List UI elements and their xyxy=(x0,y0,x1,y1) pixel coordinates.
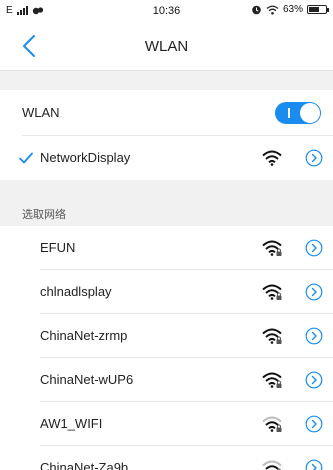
network-name: ChinaNet-wUP6 xyxy=(40,372,134,387)
network-row[interactable]: ChinaNet-Za9b xyxy=(0,446,333,470)
wifi-locked-icon xyxy=(262,328,282,344)
page-title: WLAN xyxy=(144,38,189,55)
wifi-locked-icon xyxy=(262,372,282,388)
wifi-locked-icon xyxy=(262,460,282,470)
wifi-signal-icon xyxy=(262,150,282,166)
network-name: EFUN xyxy=(40,240,76,255)
network-row[interactable]: chlnadlsplay xyxy=(0,270,333,314)
nav-bar: WLAN xyxy=(0,22,333,70)
connected-network-row[interactable]: NetworkDisplay xyxy=(0,136,333,180)
network-row[interactable]: ChinaNet-wUP6 xyxy=(0,358,333,402)
wlan-label: WLAN xyxy=(22,105,60,120)
info-arrow-icon[interactable] xyxy=(305,415,323,433)
alarm-icon xyxy=(252,5,261,15)
network-row[interactable]: ChinaNet-zrmp xyxy=(0,314,333,358)
section-title: 选取网络 xyxy=(22,209,66,221)
connected-network-name: NetworkDisplay xyxy=(40,150,131,165)
info-arrow-icon[interactable] xyxy=(305,149,323,167)
wlan-toggle-row: WLAN xyxy=(0,91,333,135)
info-arrow-icon[interactable] xyxy=(305,371,323,389)
network-name: AW1_WIFI xyxy=(40,416,103,431)
wifi-locked-icon xyxy=(262,240,282,256)
info-arrow-icon[interactable] xyxy=(305,283,323,301)
info-arrow-icon[interactable] xyxy=(305,327,323,345)
battery-percent: 63% xyxy=(282,4,303,15)
network-row[interactable]: AW1_WIFI xyxy=(0,402,333,446)
wifi-locked-icon xyxy=(262,284,282,300)
status-bar: E 10:36 63% xyxy=(0,0,333,22)
battery-fill xyxy=(309,7,319,12)
check-icon xyxy=(19,152,33,164)
section-spacer xyxy=(0,70,333,90)
wifi-status-icon xyxy=(266,5,279,15)
battery-icon xyxy=(307,5,329,14)
wifi-locked-icon xyxy=(262,416,282,432)
network-name: ChinaNet-Za9b xyxy=(40,460,129,470)
section-header: 选取网络 xyxy=(0,180,333,226)
wlan-toggle[interactable] xyxy=(275,102,321,124)
status-right: 63% xyxy=(251,4,329,15)
info-arrow-icon[interactable] xyxy=(305,459,323,470)
toggle-on-mark xyxy=(288,108,290,118)
network-name: ChinaNet-zrmp xyxy=(40,328,128,343)
network-name: chlnadlsplay xyxy=(40,284,112,299)
network-row[interactable]: EFUN xyxy=(0,226,333,270)
toggle-knob xyxy=(300,103,320,123)
info-arrow-icon[interactable] xyxy=(305,239,323,257)
